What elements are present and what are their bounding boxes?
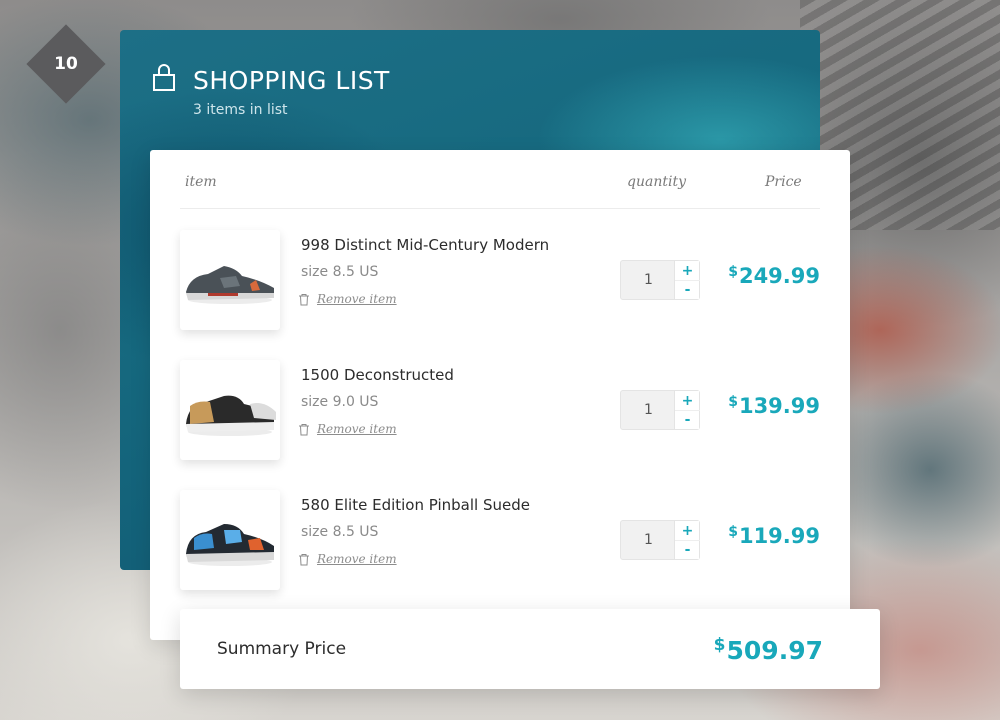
- product-image[interactable]: [180, 230, 280, 330]
- list-item: 998 Distinct Mid-Century Modern size 8.5…: [150, 230, 850, 340]
- quantity-input[interactable]: 1: [621, 261, 676, 299]
- currency-symbol: $: [728, 524, 738, 540]
- column-header-quantity: quantity: [627, 174, 686, 190]
- increase-quantity-button[interactable]: +: [675, 261, 700, 280]
- price-value: 249.99: [738, 264, 820, 288]
- decrease-quantity-button[interactable]: -: [675, 280, 700, 299]
- trash-icon: [299, 293, 309, 305]
- quantity-stepper: 1 + -: [620, 520, 700, 560]
- column-header-item: item: [185, 174, 217, 190]
- product-name: 580 Elite Edition Pinball Suede: [301, 496, 530, 514]
- item-price: $119.99: [728, 524, 820, 548]
- currency-symbol: $: [728, 394, 738, 410]
- page-title: SHOPPING LIST: [193, 66, 390, 95]
- list-item: 580 Elite Edition Pinball Suede size 8.5…: [150, 490, 850, 600]
- shopping-list-card: item quantity Price 998 Distinct Mid-Cen…: [150, 150, 850, 640]
- item-price: $249.99: [728, 264, 820, 288]
- product-size: size 8.5 US: [301, 524, 379, 540]
- remove-item-label: Remove item: [317, 552, 397, 566]
- trash-icon: [299, 423, 309, 435]
- summary-label: Summary Price: [217, 639, 347, 659]
- summary-total: $509.97: [714, 635, 823, 665]
- product-size: size 9.0 US: [301, 394, 379, 410]
- summary-bar: Summary Price $509.97: [180, 609, 880, 689]
- remove-item-label: Remove item: [317, 292, 397, 306]
- price-value: 119.99: [738, 524, 820, 548]
- currency-symbol: $: [728, 264, 738, 280]
- stepper-buttons: + -: [674, 261, 700, 299]
- summary-total-value: 509.97: [726, 636, 823, 665]
- shopping-bag-icon: [153, 64, 175, 91]
- column-header-price: Price: [765, 174, 802, 190]
- stepper-buttons: + -: [674, 521, 700, 559]
- item-price: $139.99: [728, 394, 820, 418]
- currency-symbol: $: [713, 635, 726, 655]
- remove-item-link[interactable]: Remove item: [298, 422, 397, 436]
- header-divider: [180, 208, 820, 209]
- product-name: 1500 Deconstructed: [301, 366, 454, 384]
- quantity-stepper: 1 + -: [620, 260, 700, 300]
- shoe-image: [186, 266, 274, 304]
- list-item: 1500 Deconstructed size 9.0 US Remove it…: [150, 360, 850, 470]
- quantity-input[interactable]: 1: [621, 391, 676, 429]
- product-size: size 8.5 US: [301, 264, 379, 280]
- product-name: 998 Distinct Mid-Century Modern: [301, 236, 550, 254]
- remove-item-link[interactable]: Remove item: [298, 292, 397, 306]
- shoe-image: [186, 524, 274, 566]
- remove-item-label: Remove item: [317, 422, 397, 436]
- increase-quantity-button[interactable]: +: [675, 521, 700, 540]
- increase-quantity-button[interactable]: +: [675, 391, 700, 410]
- item-count: 3 items in list: [193, 102, 288, 118]
- price-value: 139.99: [738, 394, 820, 418]
- product-image[interactable]: [180, 490, 280, 590]
- shoe-image: [186, 395, 276, 436]
- product-image[interactable]: [180, 360, 280, 460]
- quantity-stepper: 1 + -: [620, 390, 700, 430]
- step-badge-number: 10: [54, 54, 78, 74]
- decrease-quantity-button[interactable]: -: [675, 540, 700, 559]
- remove-item-link[interactable]: Remove item: [298, 552, 397, 566]
- trash-icon: [299, 553, 309, 565]
- stepper-buttons: + -: [674, 391, 700, 429]
- quantity-input[interactable]: 1: [621, 521, 676, 559]
- decrease-quantity-button[interactable]: -: [675, 410, 700, 429]
